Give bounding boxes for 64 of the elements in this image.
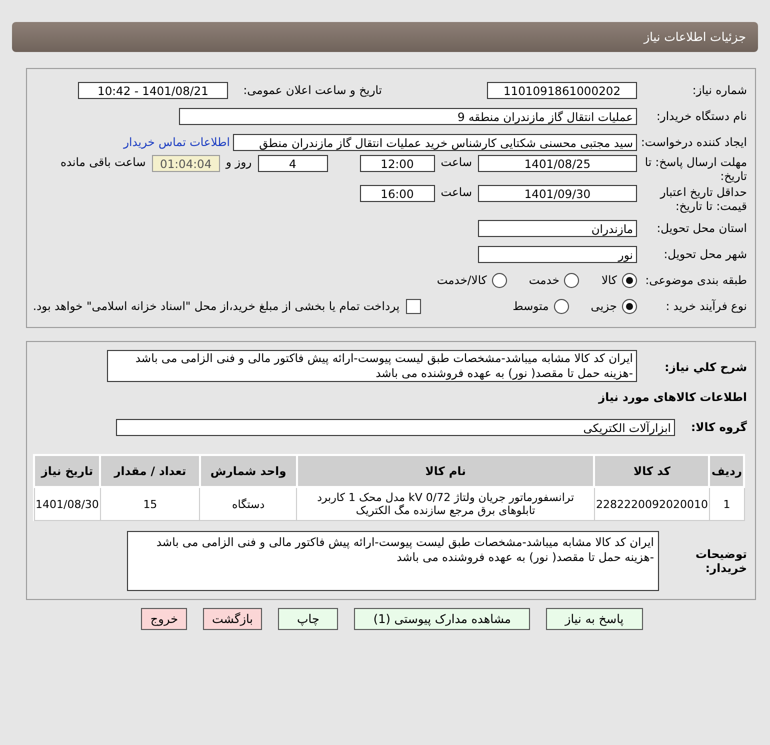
input-field[interactable]: مازندران: [478, 220, 637, 236]
table-cell: 1: [709, 487, 744, 520]
field-label: شهر محل تحویل:: [662, 247, 748, 261]
input-field[interactable]: 1401/08/21 - 10:42: [78, 82, 228, 98]
action-button[interactable]: بازگشت: [203, 608, 262, 630]
field-label: ایجاد کننده درخواست:: [640, 135, 748, 149]
input-field[interactable]: ابزارآلات الکتریکی: [116, 418, 675, 436]
field-label: استان محل تحویل:: [656, 221, 748, 235]
field-label: حداقل تاریخ اعتبار قیمت: تا تاریخ:: [658, 185, 748, 213]
column-header: ردیف: [709, 455, 744, 487]
option-label: کالا: [601, 273, 617, 287]
option-label: جزیی: [590, 299, 617, 313]
radio-button[interactable]: [622, 272, 637, 288]
action-button[interactable]: چاپ: [278, 608, 338, 630]
column-header: تاریخ نیاز: [34, 455, 100, 487]
input-field[interactable]: عملیات انتقال گاز مازندران منطقه 9: [179, 108, 637, 124]
field-label: گروه کالا:: [690, 420, 748, 434]
input-field[interactable]: 1401/09/30: [478, 185, 637, 202]
table-cell: 15: [100, 487, 200, 520]
field-label: توضیحات خریدار:: [694, 547, 748, 575]
field-label: طبقه بندی موضوعی:: [644, 273, 748, 287]
input-field[interactable]: 12:00: [360, 155, 435, 172]
field-label: شماره نیاز:: [691, 83, 748, 97]
action-button[interactable]: مشاهده مدارک پیوستی (1): [354, 608, 530, 630]
field-label: تاریخ و ساعت اعلان عمومی:: [242, 83, 383, 97]
input-field[interactable]: ایران کد کالا مشابه میباشد-مشخصات طبق لیست پیوست-ارائه پیش فاکتور مالی و فنی الزامی می باشد -هزینه حمل تا مقصد( نور) به عهده فروشنده می باشد: [107, 350, 637, 382]
input-field[interactable]: 4: [258, 155, 328, 172]
action-button[interactable]: خروج: [141, 608, 187, 630]
option-label: خدمت: [528, 273, 560, 287]
field-label: نوع فرآیند خرید :: [664, 299, 748, 313]
section-heading: اطلاعات کالاهای مورد نیاز: [597, 390, 747, 404]
radio-button[interactable]: [622, 298, 637, 314]
table-cell: دستگاه: [200, 487, 297, 520]
column-header: واحد شمارش: [200, 455, 297, 487]
column-header: تعداد / مقدار: [100, 455, 200, 487]
table-cell: 2282220092020010: [594, 487, 710, 520]
checkbox[interactable]: [406, 298, 421, 314]
input-field[interactable]: 1401/08/25: [478, 155, 637, 172]
input-field[interactable]: ایران کد کالا مشابه میباشد-مشخصات طبق لیست پیوست-ارائه پیش فاکتور مالی و فنی الزامی می باشد -هزینه حمل تا مقصد( نور) به عهده فروشنده می باشد: [127, 531, 659, 591]
field-label: نام دستگاه خریدار:: [655, 109, 748, 123]
input-field[interactable]: 16:00: [360, 185, 435, 202]
option-label: متوسط: [512, 299, 549, 313]
option-label: پرداخت تمام یا بخشی از مبلغ خرید،از محل "اسناد خزانه اسلامی" خواهد بود.: [32, 299, 400, 313]
page-title: جزئیات اطلاعات نیاز: [644, 30, 746, 44]
table-cell: 1401/08/30: [34, 487, 100, 520]
field-label: ساعت باقی مانده: [60, 155, 146, 169]
contact-link[interactable]: اطلاعات تماس خریدار: [123, 135, 230, 149]
input-field[interactable]: سید مجتبی محسنی شکتایی کارشناس خرید عملیات انتقال گاز مازندران منطق: [233, 134, 637, 150]
column-header: نام کالا: [296, 455, 594, 487]
radio-button[interactable]: [492, 272, 507, 288]
table-cell: ترانسفورماتور جریان ولتاژ kV 0/72 مدل محک 1 کاربرد تابلوهای برق مرجع سازنده مگ الکتریک: [296, 487, 594, 520]
input-field[interactable]: 1101091861000202: [487, 82, 637, 98]
field-label: روز و: [226, 155, 252, 169]
field-label: ساعت: [440, 185, 472, 199]
action-button[interactable]: پاسخ به نیاز: [546, 608, 643, 630]
column-header: کد کالا: [594, 455, 710, 487]
field-label: شرح کلي نياز:: [664, 359, 748, 374]
countdown-field: 01:04:04: [152, 155, 220, 172]
radio-button[interactable]: [564, 272, 580, 288]
input-field[interactable]: نور: [478, 246, 637, 262]
option-label: کالا/خدمت: [436, 273, 487, 287]
field-label: ساعت: [440, 155, 472, 169]
radio-button[interactable]: [554, 298, 569, 314]
field-label: مهلت ارسال پاسخ: تا تاریخ:: [644, 155, 748, 183]
